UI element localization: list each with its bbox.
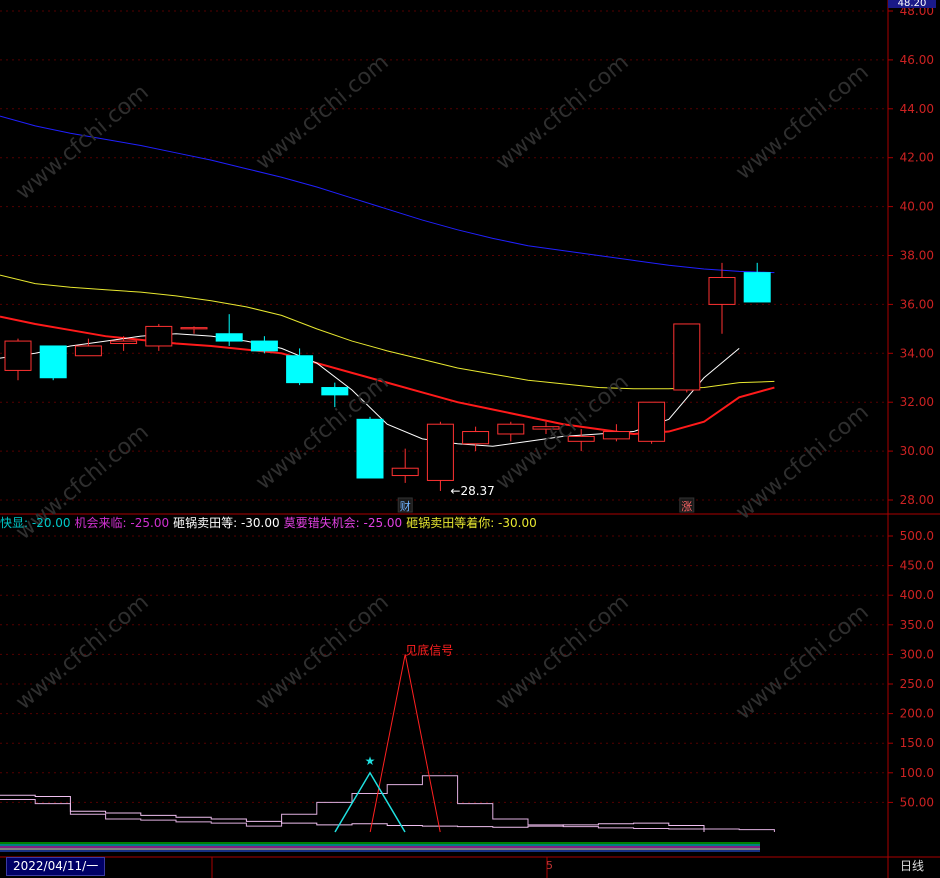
candle-body (708, 277, 736, 305)
period-selector[interactable]: 日线 (888, 857, 936, 876)
bottom-signal-label: 见底信号 (405, 642, 453, 657)
candle-body (321, 387, 349, 396)
event-badge: 财 (400, 499, 411, 513)
candle[interactable] (602, 424, 630, 442)
indicator-legend-item: 砸锅卖田等着你: -30.00 (406, 516, 537, 530)
last-price-badge: 48.20 (888, 0, 936, 8)
candle[interactable] (743, 262, 771, 303)
price-tick-label: 36.00 (900, 297, 934, 311)
moving-averages (0, 115, 775, 447)
indicator-tick-label: 450.0 (900, 559, 934, 573)
candle[interactable] (180, 326, 208, 334)
candle[interactable] (356, 416, 384, 479)
indicator-tick-label: 100.0 (900, 766, 934, 780)
indicator-tick-label: 500.0 (900, 529, 934, 543)
candle[interactable] (532, 421, 560, 434)
current-date[interactable]: 2022/04/11/一 (6, 857, 106, 876)
candle-body (356, 418, 384, 479)
candle[interactable] (4, 338, 32, 381)
annotations: ←28.37 财 涨 (397, 484, 695, 513)
candle[interactable] (673, 323, 701, 393)
candle[interactable] (426, 421, 454, 491)
indicator-legend-item: 砸锅卖田等: -30.00 (173, 516, 280, 530)
candle-body (180, 327, 208, 330)
candle-body (673, 323, 701, 391)
price-tick-label: 38.00 (900, 249, 934, 263)
price-tick-label: 40.00 (900, 200, 934, 214)
indicator-legend-item: 莫要错失机会: -25.00 (283, 516, 403, 530)
candle-body (215, 333, 243, 342)
candle-body (39, 345, 67, 379)
candlesticks[interactable] (4, 262, 771, 491)
chart-stage: 见底信号 ★ 28.00 30.00 32.00 34.00 36.00 38.00 40.0… (0, 0, 940, 878)
price-tick-label: 34.00 (900, 346, 934, 360)
candle[interactable] (74, 338, 102, 357)
price-tick-label: 44.00 (900, 102, 934, 116)
indicator-tick-label: 50.00 (900, 795, 934, 809)
candle-body (567, 435, 595, 442)
indicator-legend-item: 机会来临: -25.00 (74, 516, 170, 530)
candle[interactable] (321, 382, 349, 408)
candle[interactable] (215, 314, 243, 346)
indicator-grid (0, 535, 888, 803)
indicator-lines: 见底信号 ★ (0, 642, 775, 852)
indicator-legend: 快显: -20.00 机会来临: -25.00 砸锅卖田等: -30.00 莫要错失机… (0, 514, 541, 530)
candle[interactable] (286, 348, 314, 386)
candle[interactable] (567, 429, 595, 452)
indicator-tick-label: 350.0 (900, 618, 934, 632)
indicator-tick-label: 150.0 (900, 736, 934, 750)
page-marker: 5 (546, 859, 553, 872)
indicator-tick-label: 300.0 (900, 647, 934, 661)
ma-longest-line (0, 115, 775, 274)
price-tick-label: 46.00 (900, 53, 934, 67)
candle[interactable] (497, 421, 525, 442)
low-price-label: ←28.37 (450, 484, 494, 498)
indicator-tick-label: 200.0 (900, 707, 934, 721)
indicator-legend-item: 快显: -20.00 (0, 516, 71, 530)
indicator-tick-label: 400.0 (900, 588, 934, 602)
candle-body (391, 467, 419, 477)
ma-long-line (0, 274, 775, 390)
candle-body (250, 340, 278, 352)
status-bar: 2022/04/11/一 5 日线 (0, 857, 940, 878)
price-tick-label: 42.00 (900, 151, 934, 165)
price-tick-label: 32.00 (900, 395, 934, 409)
candle-body (532, 426, 560, 430)
event-badge: 涨 (681, 500, 692, 513)
candle[interactable] (39, 345, 67, 381)
star-signal-icon: ★ (365, 754, 376, 768)
candle[interactable] (462, 426, 490, 452)
candle-body (638, 401, 666, 442)
candle[interactable] (391, 448, 419, 483)
bottom-signal-line (369, 654, 441, 833)
candle-body (145, 325, 173, 347)
candle-body (743, 272, 771, 303)
candle[interactable] (250, 336, 278, 354)
candle-body (4, 340, 32, 371)
candle-body (74, 345, 102, 357)
candle-body (110, 340, 138, 345)
candle[interactable] (145, 323, 173, 351)
candle-body (497, 423, 525, 435)
candle-body (286, 355, 314, 384)
candle-body (462, 431, 490, 445)
candle-body (426, 423, 454, 481)
candle-body (602, 431, 630, 440)
candle[interactable] (638, 401, 666, 444)
price-tick-label: 30.00 (900, 444, 934, 458)
candle[interactable] (708, 262, 736, 334)
indicator-tick-label: 250.0 (900, 677, 934, 691)
price-tick-label: 28.00 (900, 493, 934, 507)
